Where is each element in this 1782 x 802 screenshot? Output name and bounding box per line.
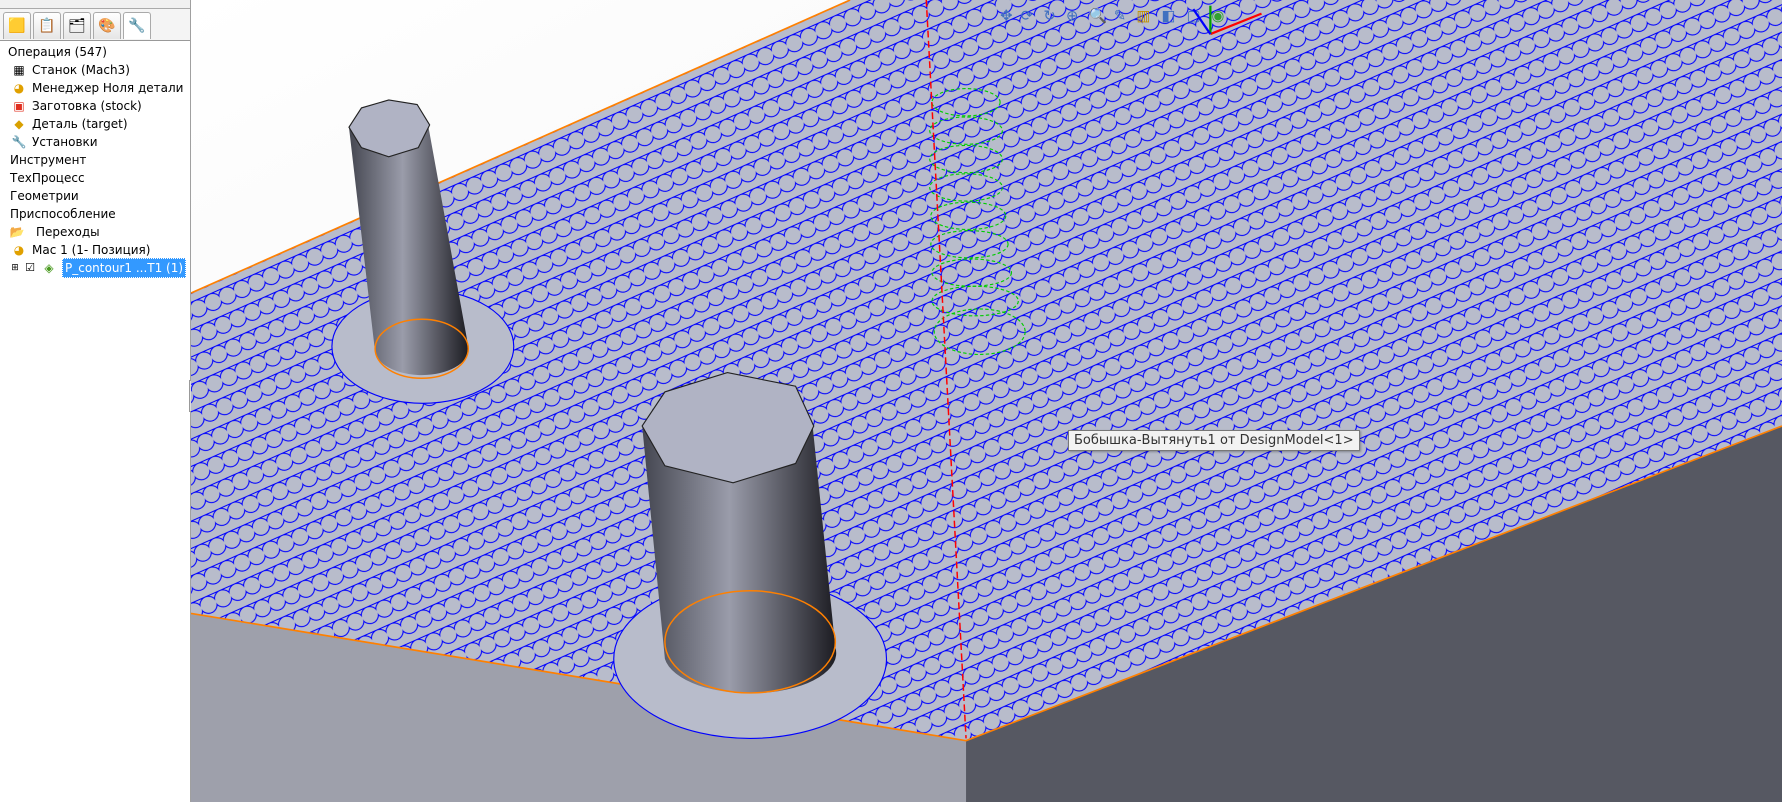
part-icon: ◆ xyxy=(14,117,24,131)
rotate-view-icon: ↻ xyxy=(1043,7,1055,24)
tree-item-mac1[interactable]: ◕ Mac 1 (1- Позиция) xyxy=(0,241,190,259)
configuration-manager-icon[interactable]: 🗂 xyxy=(63,12,91,39)
toolpath-icon: ◈ xyxy=(44,261,54,275)
tree-item-part[interactable]: ◆ Деталь (target) xyxy=(0,115,190,133)
tree-item-operation[interactable]: Операция (547) xyxy=(0,43,190,61)
cam-manager-panel: 🟨 📋 🗂 🎨 🔧 Операция (547) ▦ Станок (Mach3)… xyxy=(0,0,191,802)
tree-item-label: Заготовка (stock) xyxy=(32,99,142,113)
tree-item-techprocess[interactable]: ТехПроцесс xyxy=(0,169,190,187)
settings-wrench-icon: 🔧 xyxy=(11,135,27,149)
tree-item-stock[interactable]: ▣ Заготовка (stock) xyxy=(0,97,190,115)
zoom-fit-icon: ⊕ xyxy=(1066,7,1078,24)
tree-item-fixture[interactable]: Приспособление xyxy=(0,205,190,223)
part-zero-icon: ◕ xyxy=(13,243,25,257)
feature-tree-icon[interactable]: 🟨 xyxy=(3,12,31,39)
graphics-viewport[interactable]: ✥ ⟳ ↻ ⊕ 🔍 ✎ ▥ ◧ ▢ ◉ xyxy=(191,0,1782,802)
boss-cylinder-2 xyxy=(641,372,837,694)
tooltip: Бобышка-Вытянуть1 от DesignModel<1> xyxy=(1068,430,1360,451)
tree-item-label: Установки xyxy=(32,135,98,149)
cam-tree: Операция (547) ▦ Станок (Mach3) ◕ Менеджер… xyxy=(0,41,190,278)
panel-tabs: 🟨 📋 🗂 🎨 🔧 xyxy=(0,9,190,41)
tree-item-label: Переходы xyxy=(36,225,100,239)
tree-item-label: Приспособление xyxy=(10,207,116,221)
panel-top-bar xyxy=(0,0,190,9)
tree-item-label: Операция (547) xyxy=(8,45,107,59)
rotate-icon: ⟳ xyxy=(1021,7,1034,24)
tree-item-label: P_contour1 ...T1 (1) xyxy=(62,258,187,278)
checkbox-checked-icon[interactable]: ☑ xyxy=(24,260,36,276)
tree-item-label: Станок (Mach3) xyxy=(32,63,130,77)
part-zero-icon: ◕ xyxy=(13,81,25,95)
tree-item-setups[interactable]: 🔧 Установки xyxy=(0,133,190,151)
tree-item-label: Деталь (target) xyxy=(32,117,128,131)
property-manager-icon[interactable]: 📋 xyxy=(33,12,61,39)
folder-open-icon: 📂 xyxy=(9,225,25,239)
tree-item-label: Менеджер Ноля детали xyxy=(32,81,184,95)
tree-item-label: Инструмент xyxy=(10,153,87,167)
move-icon: ✥ xyxy=(1000,7,1012,24)
expand-icon[interactable]: ⊞ xyxy=(10,260,20,276)
section-icon: ✎ xyxy=(1114,7,1126,24)
tree-item-label: ТехПроцесс xyxy=(10,171,85,185)
view-orientation-icon: ▥ xyxy=(1137,7,1151,24)
cam-manager-icon[interactable]: 🔧 xyxy=(123,12,151,39)
appearance-icon[interactable]: 🎨 xyxy=(93,12,121,39)
edit-appearance-icon: ◉ xyxy=(1212,7,1225,24)
stock-icon: ▣ xyxy=(13,99,25,113)
tree-item-p-contour1[interactable]: ⊞ ☑ ◈ P_contour1 ...T1 (1) xyxy=(0,258,190,278)
tree-item-geometries[interactable]: Геометрии xyxy=(0,187,190,205)
machine-icon: ▦ xyxy=(13,63,25,77)
tree-item-transitions[interactable]: 📂 Переходы xyxy=(0,223,190,241)
tree-item-part-zero[interactable]: ◕ Менеджер Ноля детали xyxy=(0,79,190,97)
tree-item-label: Геометрии xyxy=(10,189,79,203)
zoom-area-icon: 🔍 xyxy=(1089,5,1107,24)
tree-item-tools[interactable]: Инструмент xyxy=(0,151,190,169)
display-style-icon: ◧ xyxy=(1162,7,1176,24)
tree-item-machine[interactable]: ▦ Станок (Mach3) xyxy=(0,61,190,79)
tree-item-label: Mac 1 (1- Позиция) xyxy=(32,243,151,257)
